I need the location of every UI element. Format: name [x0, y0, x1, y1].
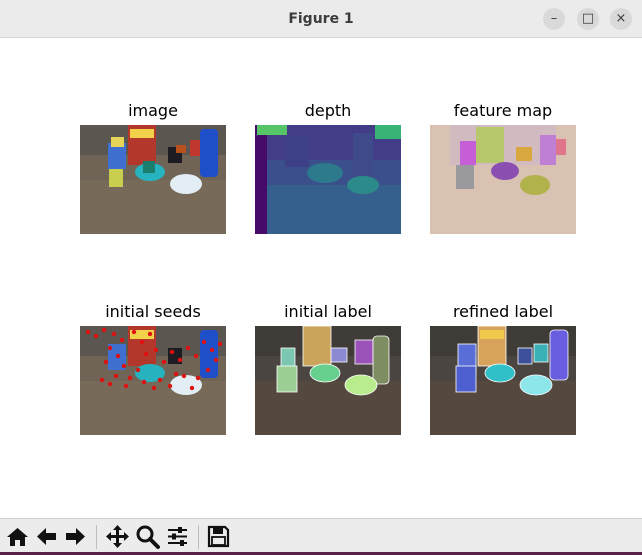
close-icon: ×	[615, 11, 627, 26]
seeds-image	[80, 326, 226, 435]
forward-button[interactable]	[62, 523, 89, 550]
feature-map-panel	[430, 125, 576, 234]
zoom-button[interactable]	[134, 523, 161, 550]
magnifier-icon	[136, 525, 160, 549]
initial-label-image	[255, 326, 401, 435]
maximize-button[interactable]: □	[577, 8, 599, 30]
figure-canvas[interactable]: image depth feature map initial seeds in…	[0, 38, 642, 518]
panel-title-initial-seeds: initial seeds	[105, 302, 201, 321]
save-button[interactable]	[205, 523, 232, 550]
depth-panel	[255, 125, 401, 234]
refined-label-panel	[430, 326, 576, 435]
initial-label-panel	[255, 326, 401, 435]
initial-seeds-panel	[80, 326, 226, 435]
home-icon	[7, 528, 28, 546]
toolbar-separator	[96, 525, 97, 549]
pan-button[interactable]	[104, 523, 131, 550]
panel-title-image: image	[128, 101, 178, 120]
figure-toolbar	[0, 518, 642, 555]
feature-map-image	[430, 125, 576, 234]
minimize-button[interactable]: –	[543, 8, 565, 30]
panel-title-feature-map: feature map	[453, 101, 553, 120]
back-button[interactable]	[33, 523, 60, 550]
maximize-icon: □	[581, 11, 595, 26]
image-panel	[80, 125, 226, 234]
refined-label-image	[430, 326, 576, 435]
home-button[interactable]	[4, 523, 31, 550]
minimize-icon: –	[550, 11, 558, 26]
rgb-image	[80, 125, 226, 234]
arrow-right-icon	[66, 528, 85, 545]
arrow-left-icon	[37, 528, 56, 545]
panel-title-initial-label: initial label	[284, 302, 372, 321]
panel-title-refined-label: refined label	[452, 302, 554, 321]
floppy-disk-icon	[207, 525, 230, 548]
configure-subplots-button[interactable]	[164, 523, 191, 550]
sliders-icon	[168, 527, 187, 546]
move-icon	[106, 525, 129, 548]
close-button[interactable]: ×	[610, 8, 632, 30]
window-titlebar: Figure 1 – □ ×	[0, 0, 642, 38]
panel-title-depth: depth	[304, 101, 352, 120]
toolbar-separator	[198, 525, 199, 549]
depth-map	[255, 125, 401, 234]
